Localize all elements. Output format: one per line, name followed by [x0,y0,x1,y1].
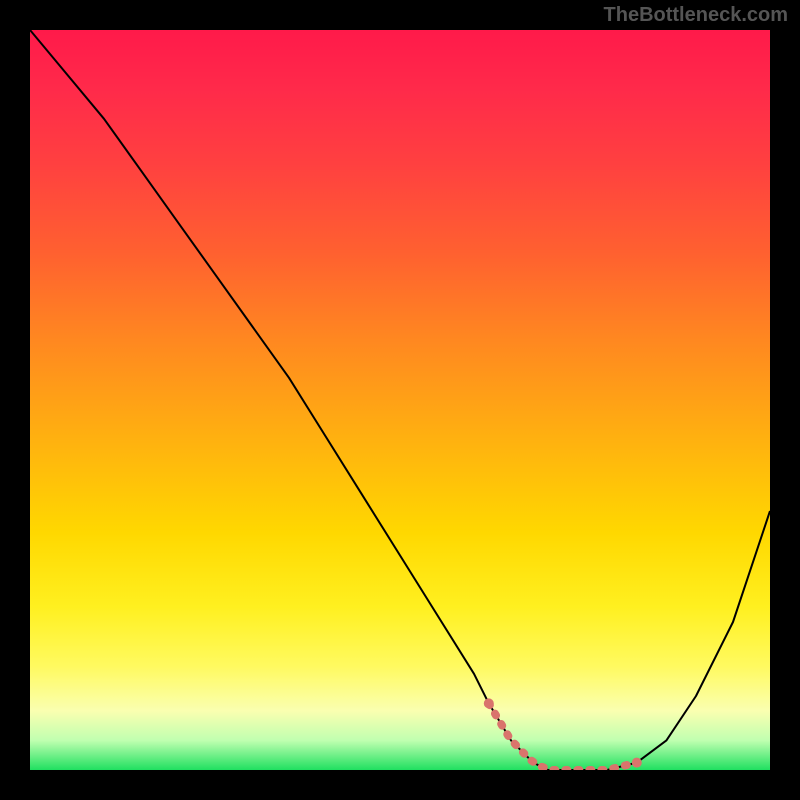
chart-highlight-layer [30,30,770,770]
watermark-text: TheBottleneck.com [604,4,788,27]
highlight-dot-end [632,758,642,768]
highlight-dot-start [484,698,494,708]
chart-plot-area [30,30,770,770]
optimal-range-highlight [489,703,637,770]
